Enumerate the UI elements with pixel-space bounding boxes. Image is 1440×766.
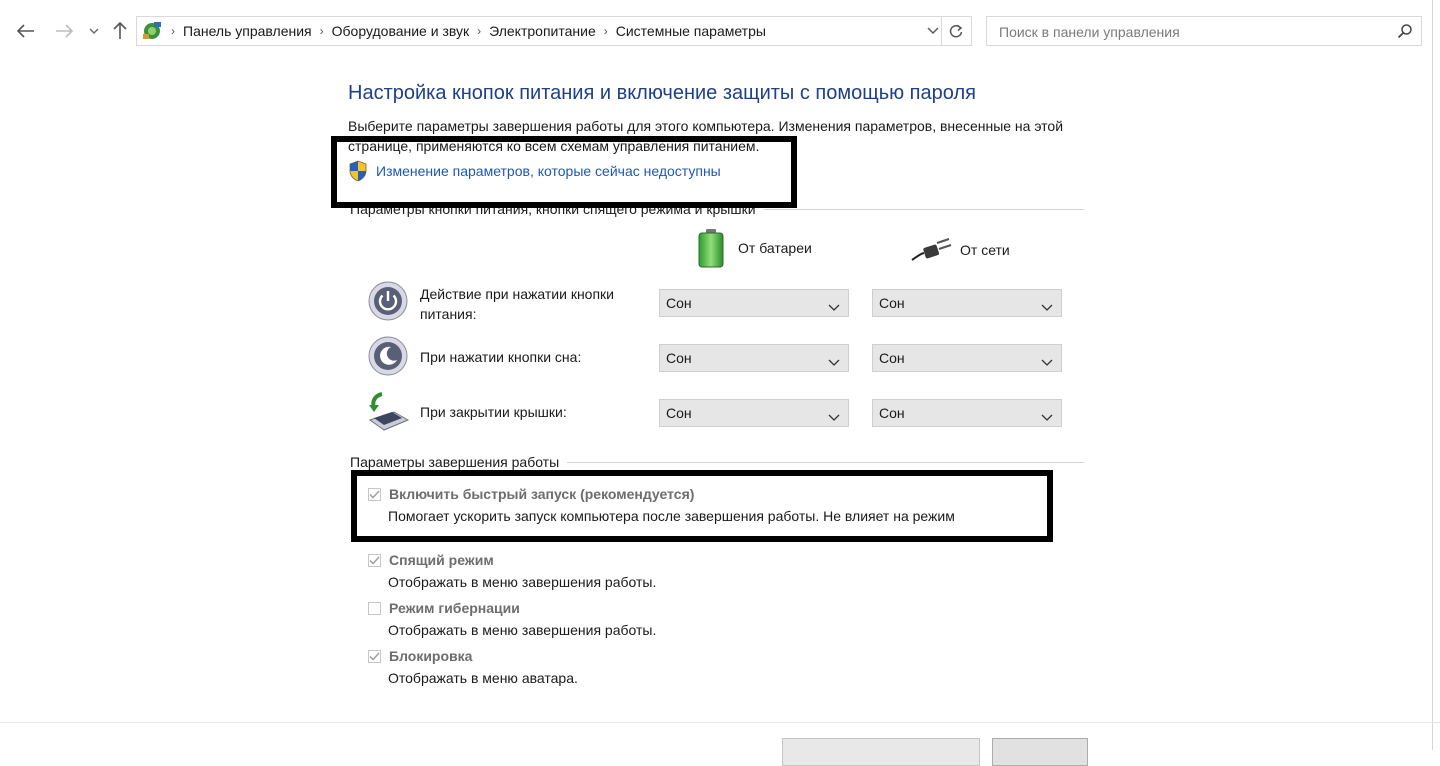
lid-close-action-label: При закрытии крышки: xyxy=(420,404,567,420)
breadcrumb-separator: › xyxy=(477,24,482,38)
lock-label: Блокировка xyxy=(389,648,473,664)
search-icon[interactable] xyxy=(1397,23,1413,42)
up-button[interactable] xyxy=(108,19,132,43)
select-value: Сон xyxy=(666,350,692,366)
sleep-button-icon xyxy=(368,336,408,379)
address-bar[interactable]: › Панель управления › Оборудование и зву… xyxy=(136,16,972,46)
search-box[interactable] xyxy=(986,16,1422,47)
sleep-button-ac-select[interactable]: Сон xyxy=(872,344,1062,372)
sleep-description: Отображать в меню завершения работы. xyxy=(388,574,657,590)
hibernate-option: Режим гибернации xyxy=(368,600,520,616)
checkmark-icon xyxy=(369,651,380,661)
sleep-label: Спящий режим xyxy=(389,552,494,568)
checkmark-icon xyxy=(369,555,380,565)
power-button-action-label: Действие при нажатии кнопки питания: xyxy=(420,286,614,322)
ac-column-label: От сети xyxy=(960,242,1010,258)
highlight-box-admin-link xyxy=(331,136,797,208)
footer-divider xyxy=(0,722,1440,723)
arrow-up-icon xyxy=(113,22,127,39)
select-value: Сон xyxy=(666,405,692,421)
recent-locations-button[interactable] xyxy=(86,19,102,43)
breadcrumb-separator: › xyxy=(171,24,175,38)
chevron-down-icon xyxy=(828,354,840,370)
breadcrumb-power-options[interactable]: Электропитание xyxy=(489,23,596,39)
chevron-down-icon xyxy=(89,28,99,34)
back-button[interactable] xyxy=(12,19,40,43)
hibernate-description: Отображать в меню завершения работы. xyxy=(388,622,657,638)
power-plug-icon xyxy=(910,238,952,262)
chevron-down-icon xyxy=(927,27,939,34)
power-button-icon xyxy=(368,281,408,324)
battery-column-header: От батареи xyxy=(696,228,812,268)
save-changes-button[interactable] xyxy=(782,738,980,766)
sleep-option: Спящий режим xyxy=(368,552,494,568)
ac-column-header: От сети xyxy=(910,238,1010,262)
lock-checkbox[interactable] xyxy=(368,649,381,663)
select-value: Сон xyxy=(879,350,905,366)
search-input[interactable] xyxy=(997,17,1391,47)
lock-description: Отображать в меню аватара. xyxy=(388,670,578,686)
lid-close-battery-select[interactable]: Сон xyxy=(659,399,849,427)
breadcrumb-separator: › xyxy=(603,24,608,38)
lock-option: Блокировка xyxy=(368,648,472,664)
window-border xyxy=(1432,0,1433,750)
arrow-left-icon xyxy=(17,24,34,38)
breadcrumb-system-settings[interactable]: Системные параметры xyxy=(616,23,766,39)
cancel-button[interactable] xyxy=(992,738,1088,766)
chevron-down-icon xyxy=(1041,354,1053,370)
arrow-right-icon xyxy=(56,24,73,38)
address-history-dropdown[interactable] xyxy=(927,23,939,42)
battery-icon xyxy=(696,228,726,268)
chevron-down-icon xyxy=(828,409,840,425)
control-panel-icon xyxy=(141,20,163,42)
select-value: Сон xyxy=(879,405,905,421)
chevron-down-icon xyxy=(828,299,840,315)
laptop-lid-icon xyxy=(366,390,410,435)
sleep-button-action-label: При нажатии кнопки сна: xyxy=(420,349,582,365)
highlight-box-fast-startup xyxy=(351,470,1053,542)
chevron-down-icon xyxy=(1041,299,1053,315)
select-value: Сон xyxy=(879,295,905,311)
chevron-down-icon xyxy=(1041,409,1053,425)
sleep-checkbox[interactable] xyxy=(368,553,381,567)
select-value: Сон xyxy=(666,295,692,311)
shutdown-section-heading: Параметры завершения работы xyxy=(350,454,568,470)
power-button-battery-select[interactable]: Сон xyxy=(659,289,849,317)
hibernate-label: Режим гибернации xyxy=(389,600,520,616)
lid-close-ac-select[interactable]: Сон xyxy=(872,399,1062,427)
breadcrumb-control-panel[interactable]: Панель управления xyxy=(183,23,312,39)
forward-button[interactable] xyxy=(50,19,78,43)
sleep-button-battery-select[interactable]: Сон xyxy=(659,344,849,372)
breadcrumb-separator: › xyxy=(319,24,324,38)
battery-column-label: От батареи xyxy=(738,240,812,256)
breadcrumb-hardware-sound[interactable]: Оборудование и звук xyxy=(332,23,470,39)
refresh-icon xyxy=(949,24,963,38)
refresh-button[interactable] xyxy=(941,17,970,45)
power-button-ac-select[interactable]: Сон xyxy=(872,289,1062,317)
page-title: Настройка кнопок питания и включение защ… xyxy=(348,82,976,104)
hibernate-checkbox[interactable] xyxy=(368,601,381,615)
